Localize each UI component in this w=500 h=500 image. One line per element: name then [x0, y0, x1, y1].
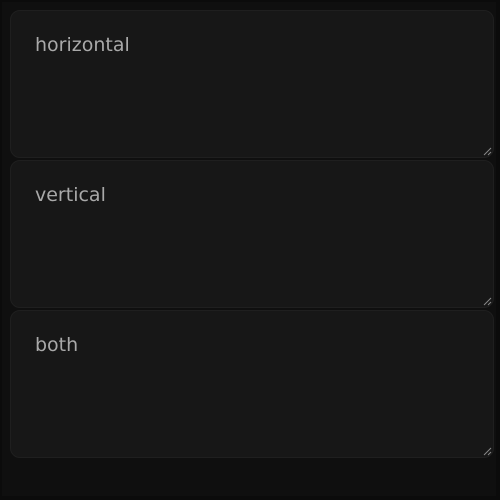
horizontal-textarea-container — [10, 10, 494, 158]
both-resize-textarea[interactable] — [10, 310, 494, 458]
resize-grip-icon[interactable] — [483, 297, 492, 306]
both-textarea-container — [10, 310, 494, 458]
vertical-resize-textarea[interactable] — [10, 160, 494, 308]
resize-grip-icon[interactable] — [483, 447, 492, 456]
resize-grip-icon[interactable] — [483, 147, 492, 156]
vertical-textarea-container — [10, 160, 494, 308]
textarea-panel — [2, 2, 496, 496]
horizontal-resize-textarea[interactable] — [10, 10, 494, 158]
